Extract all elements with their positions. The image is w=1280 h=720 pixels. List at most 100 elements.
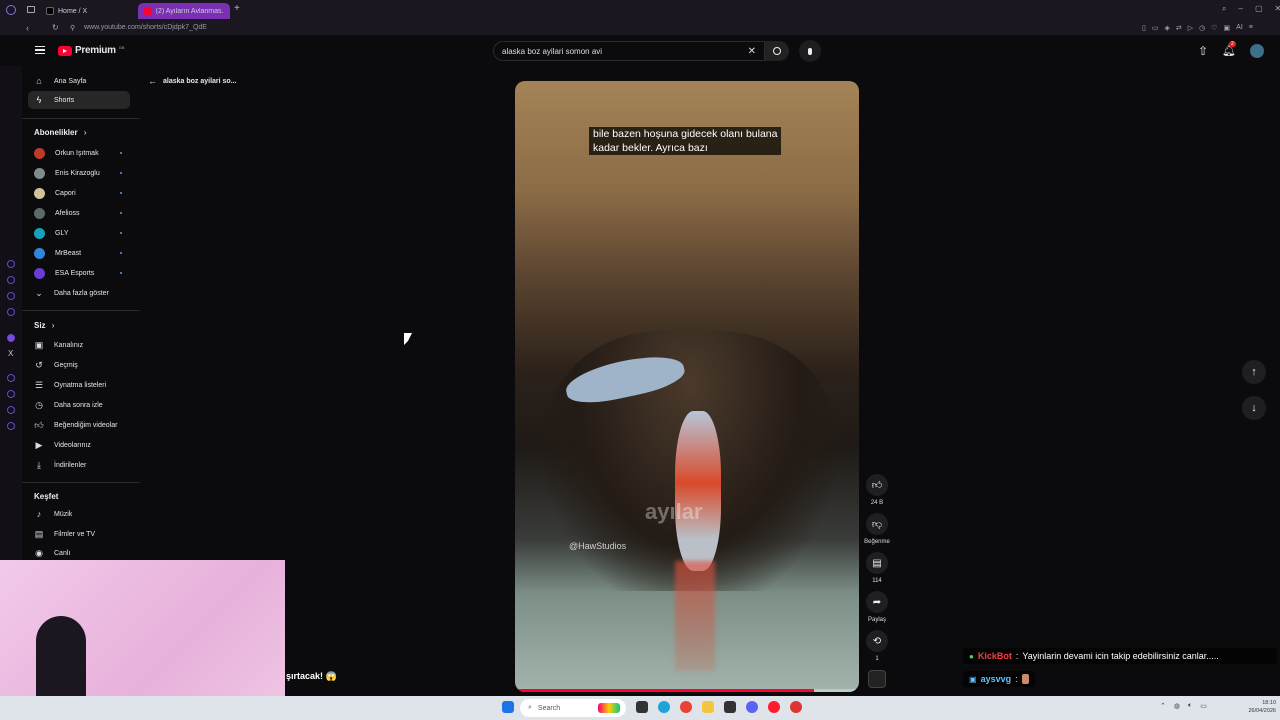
close-icon[interactable]: ✕ bbox=[1275, 4, 1280, 14]
you-heading[interactable]: Siz › bbox=[34, 321, 54, 330]
ai-button[interactable]: AI bbox=[1236, 24, 1243, 32]
sidebar-item-subscription[interactable]: GLY bbox=[28, 224, 130, 242]
panel-icon[interactable] bbox=[7, 406, 15, 414]
history-icon[interactable]: ◷ bbox=[1199, 24, 1205, 32]
remix-action[interactable]: ⟲ 1 bbox=[866, 630, 888, 662]
sidebar-item-subscription[interactable]: Afelioss bbox=[28, 204, 130, 222]
sidebar-item-subscription[interactable]: ESA Esports bbox=[28, 264, 130, 282]
sidebar-item-history[interactable]: ↺ Geçmiş bbox=[28, 356, 130, 374]
sidebar-item-playlists[interactable]: ☰ Oynatma listeleri bbox=[28, 376, 130, 394]
minimize-icon[interactable]: – bbox=[1238, 4, 1242, 14]
heart-icon[interactable]: ♡ bbox=[1211, 24, 1217, 32]
windows-start-icon[interactable] bbox=[502, 701, 514, 713]
tab-home-x[interactable]: Home / X bbox=[40, 3, 136, 19]
volume-icon[interactable]: 🔈︎ bbox=[1188, 702, 1192, 710]
reload-icon[interactable]: ↻ bbox=[52, 23, 59, 32]
voice-search-button[interactable] bbox=[799, 40, 821, 62]
x-app-icon[interactable]: X bbox=[8, 349, 13, 358]
shield-icon[interactable]: ◈ bbox=[1164, 24, 1169, 32]
taskbar-clock[interactable]: 18:10 26/04/2026 bbox=[1236, 699, 1276, 715]
shorts-video-player[interactable]: bile bazen hoşuna gidecek olanı bulana k… bbox=[515, 81, 859, 692]
wallet-icon[interactable]: ▣ bbox=[1224, 24, 1231, 32]
menu-icon[interactable]: ≡ bbox=[1249, 24, 1253, 32]
sidebar-item-liked-videos[interactable]: 👍︎ Beğendiğim videolar bbox=[28, 416, 130, 434]
sidebar-item-music[interactable]: ♪ Müzik bbox=[28, 505, 130, 523]
new-tab-button[interactable]: + bbox=[234, 3, 240, 14]
edge-icon[interactable] bbox=[658, 701, 670, 713]
previous-short-button[interactable]: ↑ bbox=[1242, 360, 1266, 384]
back-icon[interactable]: ‹ bbox=[26, 23, 29, 33]
sidebar-item-label: Shorts bbox=[54, 96, 75, 104]
play-icon[interactable]: ▷ bbox=[1188, 24, 1193, 32]
sidebar-item-shorts[interactable]: ϟ Shorts bbox=[28, 91, 130, 109]
account-avatar[interactable] bbox=[1250, 44, 1264, 58]
sidebar-item-downloads[interactable]: ⤓ İndirilenler bbox=[28, 456, 130, 474]
back-to-search[interactable]: ← alaska boz ayilari so... bbox=[148, 76, 237, 86]
sidebar-item-channel[interactable]: ▣ Kanalınız bbox=[28, 336, 130, 354]
clear-search-icon[interactable]: ✕ bbox=[748, 46, 756, 57]
panel-icon[interactable] bbox=[7, 422, 15, 430]
panel-icon[interactable] bbox=[7, 260, 15, 268]
sidebar-item-watch-later[interactable]: ◷ Daha sonra izle bbox=[28, 396, 130, 414]
comment-icon[interactable]: ▤ bbox=[866, 552, 888, 574]
panel-icon[interactable] bbox=[7, 276, 15, 284]
search-button[interactable] bbox=[765, 41, 789, 61]
sidebar-item-label: ESA Esports bbox=[55, 269, 95, 277]
panel-icon[interactable] bbox=[7, 292, 15, 300]
chevron-up-icon[interactable]: ⌃ bbox=[1160, 702, 1166, 710]
video-progress-bar[interactable] bbox=[515, 689, 859, 692]
task-view-icon[interactable] bbox=[636, 701, 648, 713]
thumbs-down-icon[interactable]: 👎︎ bbox=[866, 513, 888, 535]
site-info-icon[interactable]: ⚲ bbox=[70, 24, 75, 32]
channel-thumbnail[interactable] bbox=[868, 670, 886, 688]
like-action[interactable]: 👍︎ 24 B bbox=[866, 474, 888, 506]
sidebar-item-subscription[interactable]: MrBeast bbox=[28, 244, 130, 262]
sidebar-item-subscription[interactable]: Orkun Işıtmak bbox=[28, 144, 130, 162]
translate-icon[interactable]: ⇄ bbox=[1176, 24, 1182, 32]
browser-menu-icon[interactable] bbox=[6, 5, 16, 15]
chat-message: ● KickBot : Yayinlarin devami icin takip… bbox=[963, 648, 1277, 664]
maximize-icon[interactable]: ▢ bbox=[1255, 4, 1263, 14]
twitch-icon[interactable] bbox=[7, 334, 15, 342]
store-icon[interactable] bbox=[724, 701, 736, 713]
dislike-action[interactable]: 👎︎ Beğenme bbox=[864, 513, 890, 545]
hamburger-menu-icon[interactable] bbox=[35, 46, 45, 54]
thumbs-up-icon[interactable]: 👍︎ bbox=[866, 474, 888, 496]
battery-icon[interactable]: ▭ bbox=[1200, 702, 1207, 710]
tab-overview-icon[interactable] bbox=[27, 6, 35, 13]
app-icon[interactable] bbox=[790, 701, 802, 713]
search-input[interactable]: alaska boz ayilari somon avi ✕ bbox=[493, 41, 765, 61]
panel-icon[interactable] bbox=[7, 374, 15, 382]
comment-action[interactable]: ▤ 114 bbox=[866, 552, 888, 584]
network-icon[interactable]: ◍ bbox=[1174, 702, 1180, 710]
search-tabs-icon[interactable]: ⌕ bbox=[1222, 4, 1226, 14]
panel-icon[interactable] bbox=[7, 308, 15, 316]
taskbar-search[interactable]: ⌕ Search bbox=[520, 699, 626, 717]
clock-icon: ◷ bbox=[35, 399, 43, 410]
create-button[interactable]: ⇧ bbox=[1198, 44, 1208, 58]
remix-icon[interactable]: ⟲ bbox=[866, 630, 888, 652]
tab-youtube-short[interactable]: (2) Ayıların Avlanmas... bbox=[138, 3, 230, 19]
show-more-button[interactable]: ⌄ Daha fazla göster bbox=[28, 284, 130, 302]
next-short-button[interactable]: ↓ bbox=[1242, 396, 1266, 420]
subtitle-line: kadar bekler. Ayrıca bazı bbox=[593, 142, 708, 154]
sidebar-item-films[interactable]: ▤ Filmler ve TV bbox=[28, 525, 130, 543]
chrome-icon[interactable] bbox=[680, 701, 692, 713]
notifications-button[interactable]: 🔔︎ 2 bbox=[1222, 41, 1236, 57]
bookmark-icon[interactable]: ▭ bbox=[1152, 24, 1159, 32]
opera-icon[interactable] bbox=[768, 701, 780, 713]
search-icon bbox=[773, 47, 781, 55]
share-icon[interactable]: ➦ bbox=[866, 591, 888, 613]
file-explorer-icon[interactable] bbox=[702, 701, 714, 713]
sidebar-item-home[interactable]: ⌂ Ana Sayfa bbox=[28, 72, 130, 90]
share-action[interactable]: ➦ Paylaş bbox=[866, 591, 888, 623]
sidebar-item-subscription[interactable]: Capori bbox=[28, 184, 130, 202]
sidebar-item-your-videos[interactable]: ▶ Videolarınız bbox=[28, 436, 130, 454]
url-field[interactable]: www.youtube.com/shorts/cDjdpk7_QdE bbox=[84, 24, 207, 31]
extension-icon[interactable]: ▯ bbox=[1142, 24, 1146, 32]
subscriptions-heading[interactable]: Abonelikler › bbox=[34, 128, 86, 137]
discord-icon[interactable] bbox=[746, 701, 758, 713]
youtube-logo[interactable]: Premium GB bbox=[58, 45, 124, 56]
panel-icon[interactable] bbox=[7, 390, 15, 398]
sidebar-item-subscription[interactable]: Enis Kirazoglu bbox=[28, 164, 130, 182]
